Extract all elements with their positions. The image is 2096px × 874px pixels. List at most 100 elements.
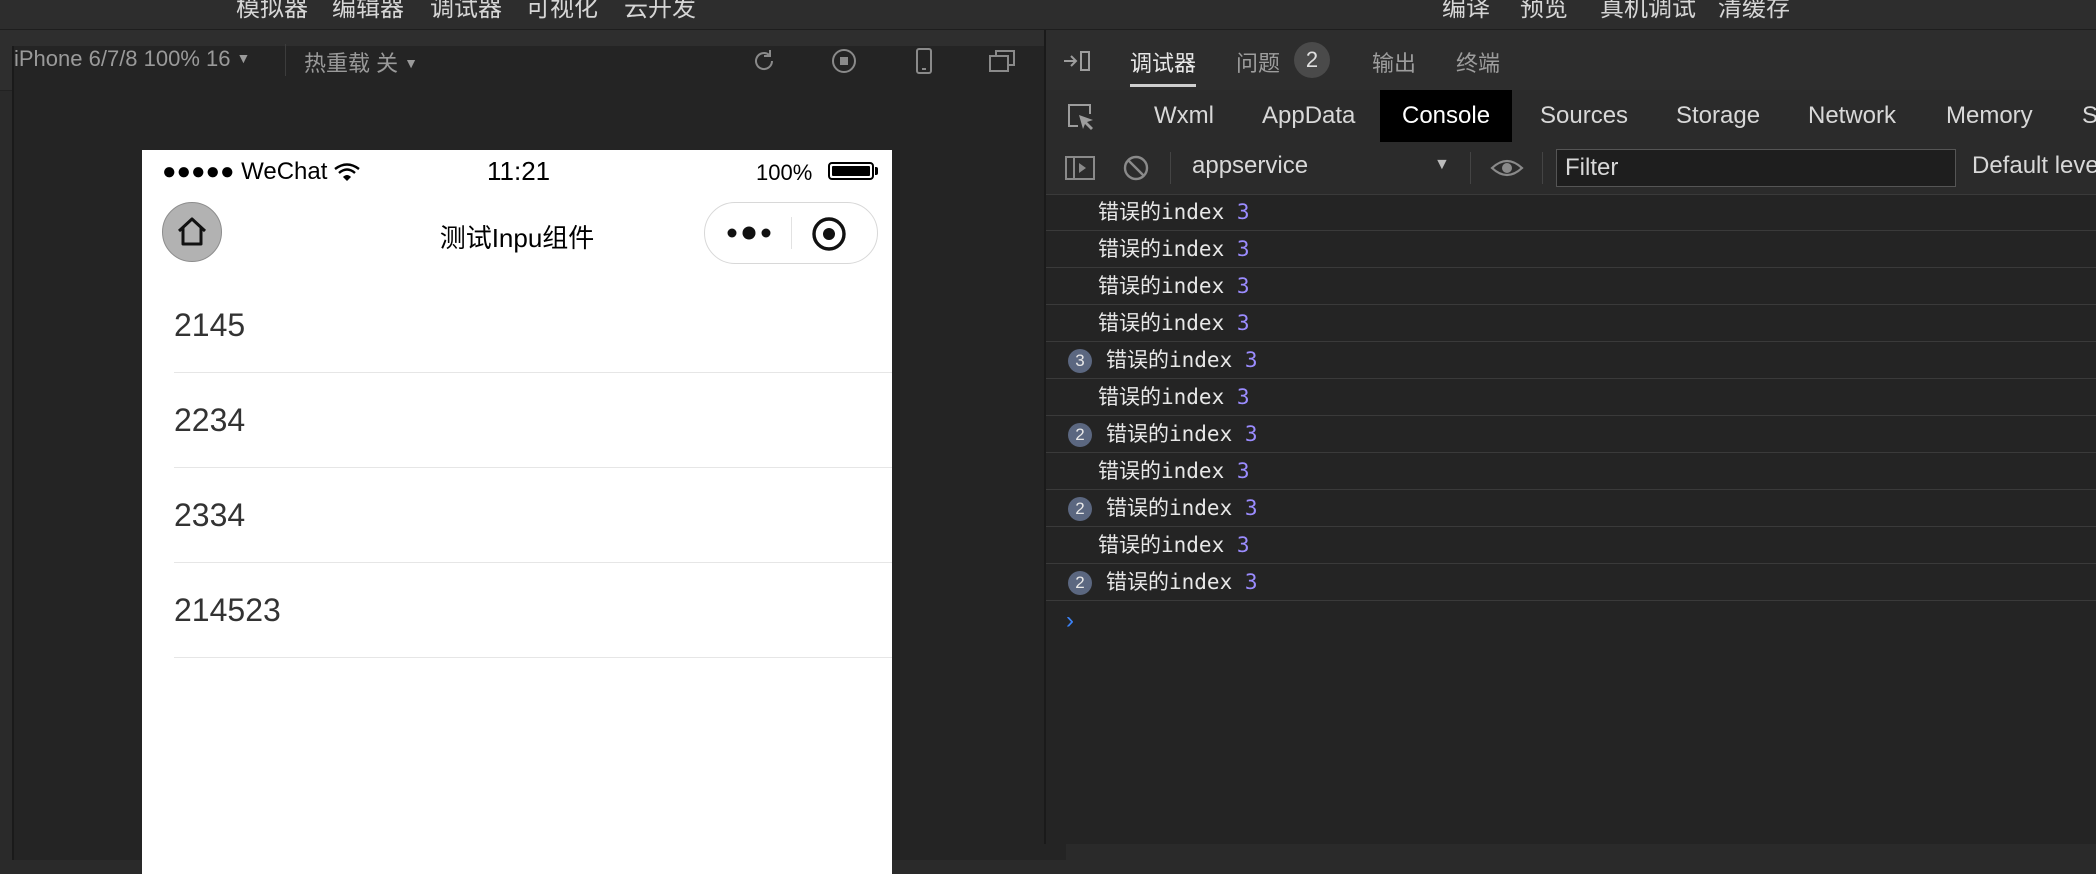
tab-output[interactable]: 输出	[1372, 46, 1416, 78]
more-icon[interactable]	[725, 219, 773, 247]
hot-reload-toggle[interactable]: 热重载 关 ▼	[304, 46, 418, 78]
log-message: 错误的index 3	[1106, 564, 1258, 601]
menu-editor[interactable]: 编辑器	[332, 0, 404, 23]
panel-tab-console[interactable]: Console	[1380, 90, 1513, 142]
console-log-row[interactable]: 错误的index 3	[1046, 305, 2096, 342]
phone-screen: ●●●●● WeChat 11:21 100% 测试Inpu组件 2145 22…	[142, 150, 892, 874]
item-list: 2145 2234 2334 214523	[142, 278, 892, 658]
context-select[interactable]: appservice	[1192, 152, 1308, 180]
console-log-row[interactable]: 2 错误的index 3	[1046, 490, 2096, 527]
log-text: 错误的index	[1098, 311, 1225, 335]
list-item[interactable]: 2234	[174, 373, 892, 468]
log-message: 错误的index 3	[1106, 416, 1258, 453]
close-target-icon[interactable]	[811, 216, 847, 252]
toolbar-divider	[1542, 152, 1543, 184]
hot-reload-label: 热重载 关	[304, 51, 399, 76]
tab-debugger[interactable]: 调试器	[1130, 46, 1196, 78]
menu-clear-cache[interactable]: 清缓存	[1718, 0, 1790, 23]
issues-count-badge: 2	[1294, 42, 1330, 78]
log-text: 错误的index	[1106, 570, 1233, 594]
eye-icon[interactable]	[1490, 156, 1524, 180]
refresh-icon[interactable]	[750, 47, 778, 75]
battery-percent: 100%	[756, 160, 813, 185]
clear-console-icon[interactable]	[1122, 154, 1150, 182]
panel-tab-overflow[interactable]: S	[2082, 90, 2096, 142]
menu-compile[interactable]: 编译	[1442, 0, 1490, 23]
log-text: 错误的index	[1098, 200, 1225, 224]
dock-toggle-icon[interactable]	[1062, 48, 1092, 74]
console-log-row[interactable]: 错误的index 3	[1046, 194, 2096, 231]
log-text: 错误的index	[1098, 459, 1225, 483]
console-output: 错误的index 3 错误的index 3 错误的index 3 错误的index 3…	[1046, 194, 2096, 641]
console-log-row[interactable]: 错误的index 3	[1046, 268, 2096, 305]
console-log-row[interactable]: 2 错误的index 3	[1046, 416, 2096, 453]
top-menu-bar: 模拟器 编辑器 调试器 可视化 云开发 编译 预览 真机调试 清缓存	[0, 0, 2096, 30]
log-value: 3	[1236, 311, 1250, 335]
list-item[interactable]: 2334	[174, 468, 892, 563]
console-log-row[interactable]: 错误的index 3	[1046, 379, 2096, 416]
sidebar-toggle-icon[interactable]	[1064, 154, 1096, 182]
menu-debugger[interactable]: 调试器	[430, 0, 502, 23]
panel-tab-wxml[interactable]: Wxml	[1154, 90, 1214, 142]
log-message: 错误的index 3	[1106, 342, 1258, 379]
repeat-count-badge: 3	[1068, 349, 1092, 373]
carrier-signal: ●●●●● WeChat	[162, 158, 360, 186]
log-text: 错误的index	[1098, 274, 1225, 298]
log-value: 3	[1236, 200, 1250, 224]
menu-simulator[interactable]: 模拟器	[236, 0, 308, 23]
log-value: 3	[1236, 274, 1250, 298]
log-text: 错误的index	[1106, 348, 1233, 372]
devtools-pane: 调试器 问题 2 输出 终端 Wxml AppData Console Sour…	[1044, 30, 2096, 844]
console-log-row[interactable]: 错误的index 3	[1046, 453, 2096, 490]
tab-terminal[interactable]: 终端	[1456, 46, 1500, 78]
log-text: 错误的index	[1106, 496, 1233, 520]
menu-cloud[interactable]: 云开发	[624, 0, 696, 23]
stop-icon[interactable]	[830, 47, 858, 75]
carrier-label: ●●●●● WeChat	[162, 158, 328, 185]
chevron-down-icon: ▼	[236, 50, 251, 66]
device-label: iPhone 6/7/8 100% 16	[14, 46, 231, 71]
log-value: 3	[1244, 496, 1258, 520]
console-log-row[interactable]: 3 错误的index 3	[1046, 342, 2096, 379]
status-time: 11:21	[487, 156, 551, 186]
menu-preview[interactable]: 预览	[1520, 0, 1568, 23]
panel-tab-storage[interactable]: Storage	[1676, 90, 1760, 142]
toolbar-divider	[1470, 152, 1471, 184]
panel-tab-memory[interactable]: Memory	[1946, 90, 2033, 142]
nav-bar: 测试Inpu组件	[142, 190, 892, 278]
panel-tab-appdata[interactable]: AppData	[1262, 90, 1355, 142]
log-levels-select[interactable]: Default leve	[1972, 152, 2096, 180]
panel-tab-sources[interactable]: Sources	[1540, 90, 1628, 142]
list-item[interactable]: 2145	[174, 278, 892, 373]
capsule-menu	[704, 202, 878, 264]
battery-icon	[828, 162, 874, 180]
detach-window-icon[interactable]	[988, 47, 1016, 75]
caret-down-icon[interactable]: ▼	[1434, 156, 1450, 174]
phone-rotate-icon[interactable]	[910, 47, 938, 75]
menu-visualize[interactable]: 可视化	[526, 0, 598, 23]
inspect-element-icon[interactable]	[1066, 102, 1096, 132]
log-text: 错误的index	[1098, 533, 1225, 557]
panel-tabs: Wxml AppData Console Sources Storage Net…	[1046, 90, 2096, 143]
log-value: 3	[1244, 422, 1258, 446]
status-bar: ●●●●● WeChat 11:21 100%	[142, 150, 892, 190]
panel-tab-network[interactable]: Network	[1808, 90, 1896, 142]
console-toolbar: appservice ▼ Default leve	[1046, 142, 2096, 195]
log-text: 错误的index	[1098, 237, 1225, 261]
log-message: 错误的index 3	[1098, 527, 1250, 564]
console-log-row[interactable]: 错误的index 3	[1046, 231, 2096, 268]
battery-nub	[875, 167, 878, 175]
console-log-row[interactable]: 2 错误的index 3	[1046, 564, 2096, 601]
menu-real-device[interactable]: 真机调试	[1600, 0, 1696, 23]
filter-input[interactable]	[1556, 149, 1956, 187]
console-log-row[interactable]: 错误的index 3	[1046, 527, 2096, 564]
list-item[interactable]: 214523	[174, 563, 892, 658]
log-value: 3	[1244, 570, 1258, 594]
chevron-down-icon: ▼	[404, 55, 418, 71]
repeat-count-badge: 2	[1068, 571, 1092, 595]
capsule-divider	[791, 217, 792, 249]
log-message: 错误的index 3	[1098, 453, 1250, 490]
console-prompt[interactable]: ›	[1046, 601, 2096, 641]
log-value: 3	[1236, 385, 1250, 409]
tab-issues[interactable]: 问题	[1236, 46, 1280, 78]
